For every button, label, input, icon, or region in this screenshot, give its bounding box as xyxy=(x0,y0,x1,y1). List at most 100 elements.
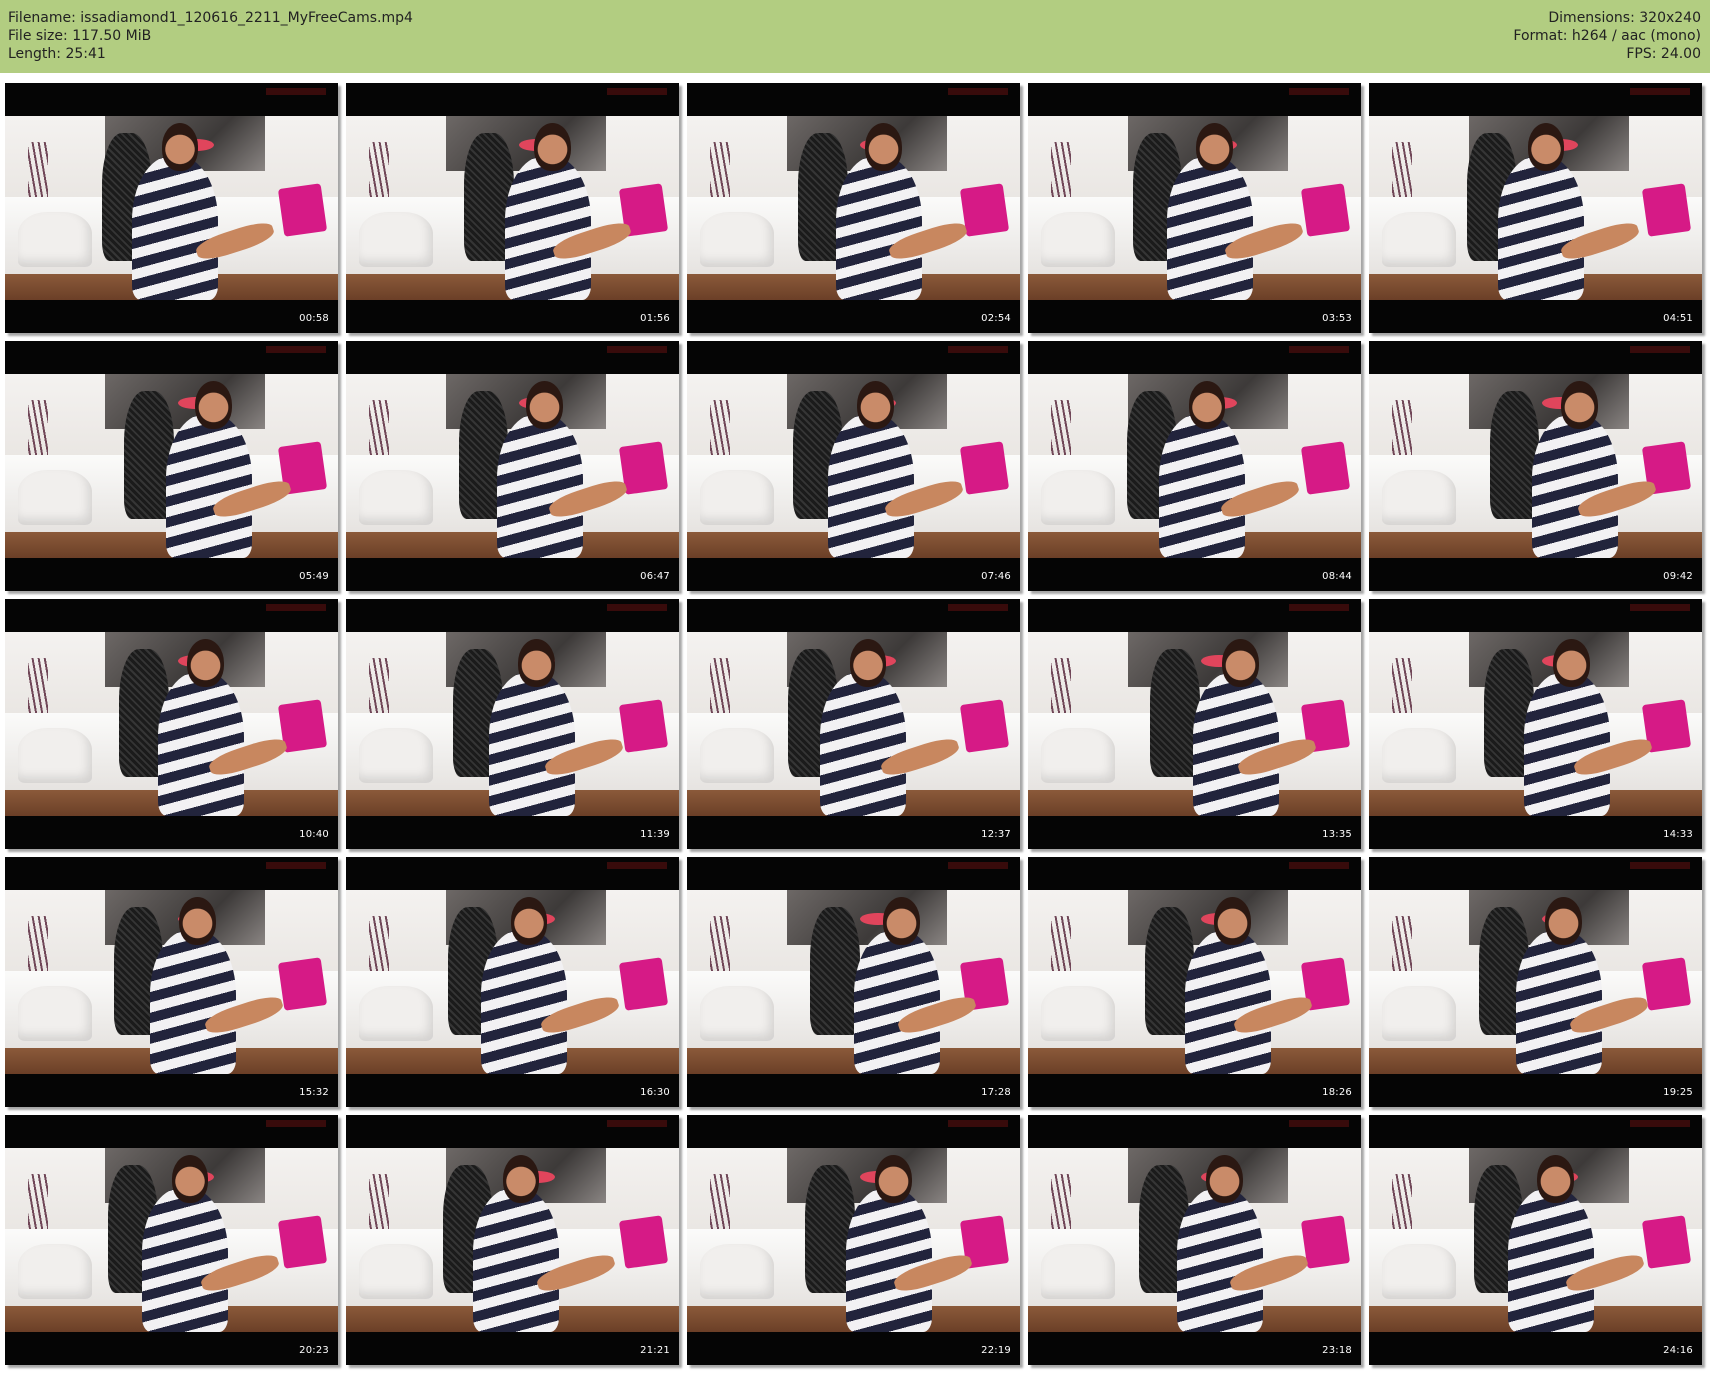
thumbnail-timestamp: 23:18 xyxy=(1322,1345,1352,1356)
video-thumbnail[interactable]: 07:46 xyxy=(687,341,1020,591)
thumbnail-frame-image xyxy=(1369,374,1702,558)
watermark-logo xyxy=(266,346,326,353)
watermark-logo xyxy=(607,862,667,869)
video-thumbnail[interactable]: 18:26 xyxy=(1028,857,1361,1107)
thumbnail-frame-image xyxy=(346,1148,679,1332)
video-thumbnail[interactable]: 03:53 xyxy=(1028,83,1361,333)
watermark-logo xyxy=(607,1120,667,1127)
thumbnail-frame-image xyxy=(1369,632,1702,816)
video-thumbnail[interactable]: 08:44 xyxy=(1028,341,1361,591)
watermark-logo xyxy=(266,88,326,95)
watermark-logo xyxy=(1630,604,1690,611)
thumbnail-timestamp: 21:21 xyxy=(640,1345,670,1356)
watermark-logo xyxy=(1289,1120,1349,1127)
watermark-logo xyxy=(266,1120,326,1127)
video-thumbnail[interactable]: 15:32 xyxy=(5,857,338,1107)
thumbnail-frame-image xyxy=(5,374,338,558)
thumbnail-frame-image xyxy=(1028,1148,1361,1332)
video-thumbnail[interactable]: 21:21 xyxy=(346,1115,679,1365)
thumbnail-frame-image xyxy=(346,116,679,300)
thumbnail-frame-image xyxy=(5,116,338,300)
video-thumbnail[interactable]: 24:16 xyxy=(1369,1115,1702,1365)
video-thumbnail[interactable]: 23:18 xyxy=(1028,1115,1361,1365)
thumbnail-frame-image xyxy=(346,374,679,558)
video-thumbnail[interactable]: 02:54 xyxy=(687,83,1020,333)
thumbnail-timestamp: 15:32 xyxy=(299,1087,329,1098)
file-size-text: File size: 117.50 MiB xyxy=(8,28,152,44)
watermark-logo xyxy=(607,346,667,353)
thumbnail-frame-image xyxy=(5,632,338,816)
thumbnail-frame-image xyxy=(687,1148,1020,1332)
video-thumbnail[interactable]: 06:47 xyxy=(346,341,679,591)
thumbnail-frame-image xyxy=(1028,116,1361,300)
video-thumbnail[interactable]: 20:23 xyxy=(5,1115,338,1365)
watermark-logo xyxy=(1289,862,1349,869)
watermark-logo xyxy=(1630,862,1690,869)
video-thumbnail[interactable]: 10:40 xyxy=(5,599,338,849)
video-thumbnail[interactable]: 14:33 xyxy=(1369,599,1702,849)
video-thumbnail[interactable]: 12:37 xyxy=(687,599,1020,849)
video-thumbnail[interactable]: 09:42 xyxy=(1369,341,1702,591)
thumbnail-timestamp: 09:42 xyxy=(1663,571,1693,582)
video-thumbnail[interactable]: 19:25 xyxy=(1369,857,1702,1107)
thumbnail-timestamp: 22:19 xyxy=(981,1345,1011,1356)
thumbnail-timestamp: 13:35 xyxy=(1322,829,1352,840)
thumbnail-frame-image xyxy=(1369,890,1702,1074)
thumbnail-timestamp: 16:30 xyxy=(640,1087,670,1098)
thumbnail-frame-image xyxy=(346,632,679,816)
thumbnail-frame-image xyxy=(1028,890,1361,1074)
thumbnail-frame-image xyxy=(346,890,679,1074)
video-thumbnail[interactable]: 05:49 xyxy=(5,341,338,591)
video-thumbnail[interactable]: 22:19 xyxy=(687,1115,1020,1365)
thumbnail-frame-image xyxy=(1028,632,1361,816)
watermark-logo xyxy=(607,604,667,611)
thumbnail-timestamp: 14:33 xyxy=(1663,829,1693,840)
thumbnail-timestamp: 17:28 xyxy=(981,1087,1011,1098)
video-thumbnail[interactable]: 11:39 xyxy=(346,599,679,849)
watermark-logo xyxy=(1630,1120,1690,1127)
video-thumbnail[interactable]: 16:30 xyxy=(346,857,679,1107)
video-thumbnail[interactable]: 17:28 xyxy=(687,857,1020,1107)
thumbnail-frame-image xyxy=(1369,1148,1702,1332)
thumbnail-frame-image xyxy=(687,890,1020,1074)
watermark-logo xyxy=(948,862,1008,869)
video-thumbnail[interactable]: 04:51 xyxy=(1369,83,1702,333)
thumbnail-timestamp: 24:16 xyxy=(1663,1345,1693,1356)
video-thumbnail[interactable]: 01:56 xyxy=(346,83,679,333)
thumbnail-timestamp: 12:37 xyxy=(981,829,1011,840)
video-info-header: Filename: issadiamond1_120616_2211_MyFre… xyxy=(0,0,1710,73)
watermark-logo xyxy=(948,88,1008,95)
thumbnail-frame-image xyxy=(1028,374,1361,558)
length-text: Length: 25:41 xyxy=(8,46,106,62)
filename-text: Filename: issadiamond1_120616_2211_MyFre… xyxy=(8,10,413,26)
video-thumbnail[interactable]: 00:58 xyxy=(5,83,338,333)
thumbnail-timestamp: 06:47 xyxy=(640,571,670,582)
watermark-logo xyxy=(1630,88,1690,95)
watermark-logo xyxy=(948,346,1008,353)
watermark-logo xyxy=(1289,88,1349,95)
thumbnail-timestamp: 18:26 xyxy=(1322,1087,1352,1098)
thumbnail-timestamp: 07:46 xyxy=(981,571,1011,582)
video-thumbnail[interactable]: 13:35 xyxy=(1028,599,1361,849)
thumbnail-timestamp: 03:53 xyxy=(1322,313,1352,324)
watermark-logo xyxy=(266,862,326,869)
watermark-logo xyxy=(1630,346,1690,353)
watermark-logo xyxy=(266,604,326,611)
thumbnail-grid: 00:58 01:56 02:54 03:53 04:51 05:49 06:47 07:46… xyxy=(5,83,1705,1368)
watermark-logo xyxy=(607,88,667,95)
fps-text: FPS: 24.00 xyxy=(1626,46,1701,62)
thumbnail-timestamp: 02:54 xyxy=(981,313,1011,324)
watermark-logo xyxy=(1289,604,1349,611)
thumbnail-timestamp: 00:58 xyxy=(299,313,329,324)
thumbnail-timestamp: 10:40 xyxy=(299,829,329,840)
thumbnail-frame-image xyxy=(5,890,338,1074)
thumbnail-frame-image xyxy=(5,1148,338,1332)
thumbnail-frame-image xyxy=(687,374,1020,558)
thumbnail-timestamp: 19:25 xyxy=(1663,1087,1693,1098)
thumbnail-timestamp: 04:51 xyxy=(1663,313,1693,324)
thumbnail-timestamp: 08:44 xyxy=(1322,571,1352,582)
format-text: Format: h264 / aac (mono) xyxy=(1513,28,1701,44)
thumbnail-frame-image xyxy=(1369,116,1702,300)
stream-info-block: Dimensions: 320x240 Format: h264 / aac (… xyxy=(1513,9,1701,63)
thumbnail-timestamp: 11:39 xyxy=(640,829,670,840)
